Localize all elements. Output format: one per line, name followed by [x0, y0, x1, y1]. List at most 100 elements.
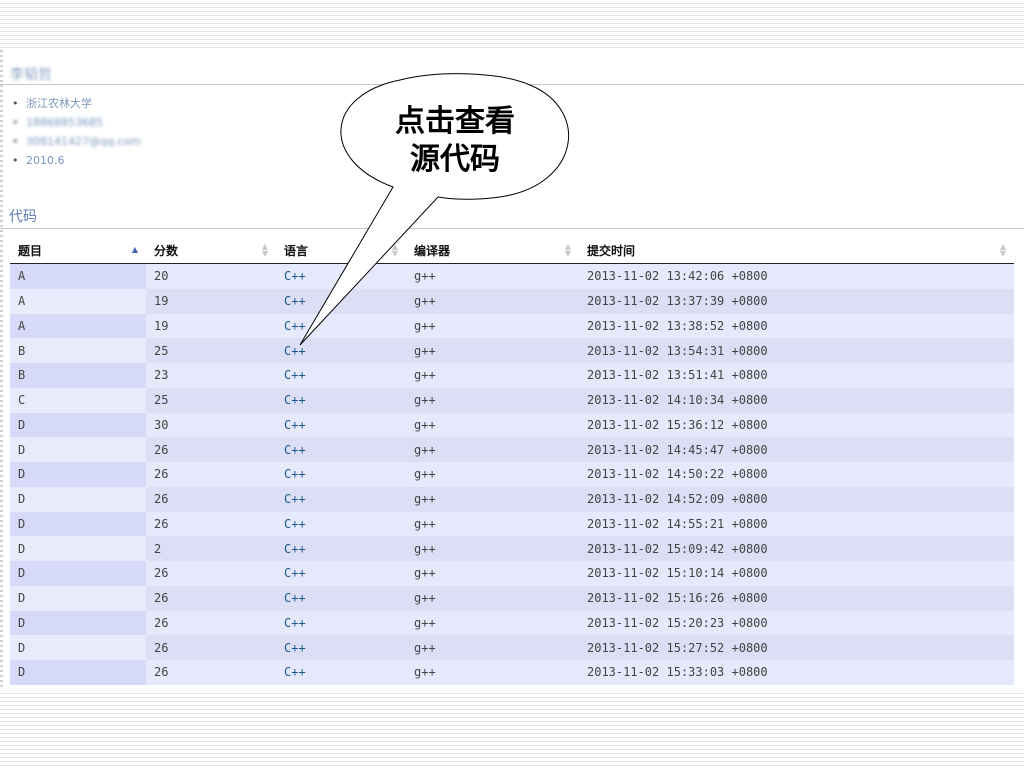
cell-score: 19 [146, 313, 276, 339]
cell-score: 23 [146, 363, 276, 388]
source-code-link[interactable]: C++ [276, 363, 406, 388]
cell-score: 26 [146, 635, 276, 660]
column-header-language[interactable]: 语言 ▲ ▼ [276, 238, 406, 264]
source-code-link[interactable]: C++ [276, 486, 406, 512]
table-header-row: 题目 ▲ 分数 ▲ ▼ 语言 ▲ ▼ 编译器 ▲ ▼ 提交时间 ▲ ▼ [10, 238, 1014, 264]
cell-submit-time: 2013-11-02 14:10:34 +0800 [579, 387, 1014, 413]
cell-compiler: g++ [406, 462, 579, 487]
source-code-link[interactable]: C++ [276, 462, 406, 487]
cell-problem: A [10, 313, 146, 339]
column-header-score[interactable]: 分数 ▲ ▼ [146, 238, 276, 264]
profile-info-list: 浙江农林大学 18868853685 308141427@qq.com 2010… [12, 94, 141, 170]
cell-submit-time: 2013-11-02 13:51:41 +0800 [579, 363, 1014, 388]
table-row: D 26 C++ g++ 2013-11-02 14:52:09 +0800 [10, 486, 1014, 512]
cell-compiler: g++ [406, 387, 579, 413]
source-code-link[interactable]: C++ [276, 288, 406, 314]
divider [0, 84, 1024, 85]
cell-score: 26 [146, 486, 276, 512]
table-row: D 26 C++ g++ 2013-11-02 14:55:21 +0800 [10, 511, 1014, 537]
cell-submit-time: 2013-11-02 13:42:06 +0800 [579, 263, 1014, 289]
source-code-link[interactable]: C++ [276, 412, 406, 438]
slide-background-stripes-top [0, 0, 1024, 50]
table-row: D 26 C++ g++ 2013-11-02 15:20:23 +0800 [10, 610, 1014, 636]
cell-submit-time: 2013-11-02 15:33:03 +0800 [579, 660, 1014, 685]
cell-compiler: g++ [406, 610, 579, 636]
source-code-link[interactable]: C++ [276, 635, 406, 660]
table-row: A 19 C++ g++ 2013-11-02 13:37:39 +0800 [10, 288, 1014, 314]
cell-submit-time: 2013-11-02 14:52:09 +0800 [579, 486, 1014, 512]
source-code-link[interactable]: C++ [276, 387, 406, 413]
sort-both-icon[interactable]: ▲ ▼ [565, 243, 571, 258]
cell-problem: D [10, 610, 146, 636]
cell-compiler: g++ [406, 660, 579, 685]
cell-score: 25 [146, 387, 276, 413]
cell-submit-time: 2013-11-02 15:16:26 +0800 [579, 585, 1014, 611]
profile-school: 浙江农林大学 [12, 94, 141, 113]
cell-compiler: g++ [406, 263, 579, 289]
cell-compiler: g++ [406, 486, 579, 512]
source-code-link[interactable]: C++ [276, 313, 406, 339]
source-code-link[interactable]: C++ [276, 263, 406, 289]
cell-score: 30 [146, 412, 276, 438]
cell-submit-time: 2013-11-02 15:36:12 +0800 [579, 412, 1014, 438]
cell-problem: D [10, 412, 146, 438]
cell-compiler: g++ [406, 412, 579, 438]
table-row: D 26 C++ g++ 2013-11-02 15:27:52 +0800 [10, 635, 1014, 660]
cell-score: 26 [146, 511, 276, 537]
cell-submit-time: 2013-11-02 15:20:23 +0800 [579, 610, 1014, 636]
column-header-submit-time[interactable]: 提交时间 ▲ ▼ [579, 238, 1014, 264]
cell-submit-time: 2013-11-02 14:50:22 +0800 [579, 462, 1014, 487]
cell-compiler: g++ [406, 635, 579, 660]
sort-ascending-icon[interactable]: ▲ [132, 246, 138, 254]
cell-submit-time: 2013-11-02 14:45:47 +0800 [579, 437, 1014, 462]
sort-both-icon[interactable]: ▲ ▼ [392, 243, 398, 258]
cell-submit-time: 2013-11-02 15:27:52 +0800 [579, 635, 1014, 660]
cell-problem: D [10, 660, 146, 685]
profile-name: 李韬哲 [10, 67, 52, 83]
divider [0, 228, 1024, 229]
source-code-link[interactable]: C++ [276, 437, 406, 462]
cell-compiler: g++ [406, 313, 579, 339]
column-header-problem[interactable]: 题目 ▲ [10, 238, 146, 264]
cell-problem: D [10, 635, 146, 660]
cell-problem: B [10, 338, 146, 363]
profile-year: 2010.6 [12, 151, 141, 170]
source-code-link[interactable]: C++ [276, 660, 406, 685]
column-header-label: 语言 [284, 244, 309, 258]
cell-problem: D [10, 561, 146, 586]
source-code-link[interactable]: C++ [276, 585, 406, 611]
table-row: A 20 C++ g++ 2013-11-02 13:42:06 +0800 [10, 263, 1014, 289]
cell-score: 26 [146, 561, 276, 586]
cell-submit-time: 2013-11-02 13:37:39 +0800 [579, 288, 1014, 314]
cell-score: 26 [146, 437, 276, 462]
cell-score: 26 [146, 610, 276, 636]
cell-problem: D [10, 462, 146, 487]
table-row: D 2 C++ g++ 2013-11-02 15:09:42 +0800 [10, 536, 1014, 561]
cell-problem: D [10, 511, 146, 537]
source-code-link[interactable]: C++ [276, 511, 406, 537]
sort-both-icon[interactable]: ▲ ▼ [262, 243, 268, 258]
table-row: D 26 C++ g++ 2013-11-02 14:45:47 +0800 [10, 437, 1014, 462]
column-header-label: 编译器 [414, 244, 451, 258]
source-code-link[interactable]: C++ [276, 561, 406, 586]
cell-problem: D [10, 486, 146, 512]
table-row: B 23 C++ g++ 2013-11-02 13:51:41 +0800 [10, 363, 1014, 388]
table-row: C 25 C++ g++ 2013-11-02 14:10:34 +0800 [10, 387, 1014, 413]
source-code-link[interactable]: C++ [276, 536, 406, 561]
page-edge [0, 50, 3, 690]
table-row: B 25 C++ g++ 2013-11-02 13:54:31 +0800 [10, 338, 1014, 363]
source-code-link[interactable]: C++ [276, 610, 406, 636]
column-header-label: 分数 [154, 244, 179, 258]
cell-problem: D [10, 536, 146, 561]
cell-problem: D [10, 437, 146, 462]
cell-submit-time: 2013-11-02 13:38:52 +0800 [579, 313, 1014, 339]
cell-score: 26 [146, 660, 276, 685]
callout-line: 源代码 [410, 142, 500, 177]
source-code-link[interactable]: C++ [276, 338, 406, 363]
cell-compiler: g++ [406, 363, 579, 388]
cell-problem: A [10, 288, 146, 314]
cell-submit-time: 2013-11-02 13:54:31 +0800 [579, 338, 1014, 363]
cell-score: 20 [146, 263, 276, 289]
sort-both-icon[interactable]: ▲ ▼ [1000, 243, 1006, 258]
column-header-compiler[interactable]: 编译器 ▲ ▼ [406, 238, 579, 264]
